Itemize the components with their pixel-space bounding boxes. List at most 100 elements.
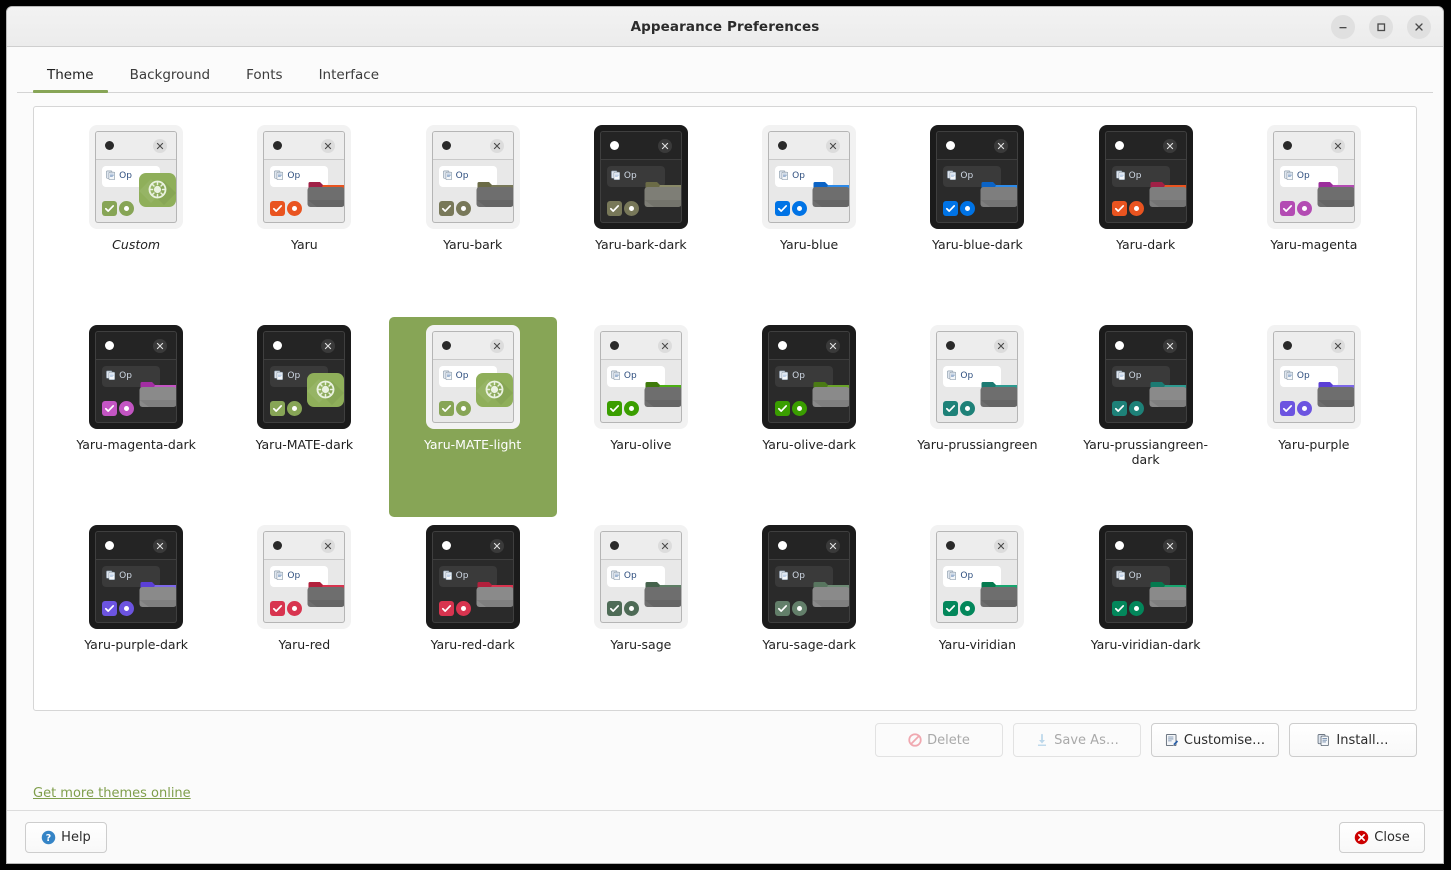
mini-menu-dot <box>105 141 114 150</box>
theme-item[interactable]: Op Custom <box>52 117 220 317</box>
theme-thumbnail: Op <box>89 525 183 629</box>
install-icon <box>1317 733 1331 747</box>
checkmark-icon <box>104 203 115 214</box>
mini-close-icon <box>994 139 1008 153</box>
checkmark-icon <box>1282 203 1293 214</box>
theme-thumbnail-wrap: Op <box>594 525 688 629</box>
mini-menu-dot <box>946 141 955 150</box>
tab-label: Theme <box>47 67 94 83</box>
theme-item[interactable]: Op Yaru-red <box>220 517 388 711</box>
theme-item[interactable]: Op Yaru-magenta <box>1230 117 1398 317</box>
theme-item[interactable]: Op Yaru-magenta-dark <box>52 317 220 517</box>
delete-button: Delete <box>875 723 1003 757</box>
theme-thumbnail: Op <box>89 325 183 429</box>
theme-item[interactable]: Op Yaru-red-dark <box>389 517 557 711</box>
theme-item[interactable]: Op Yaru-MATE-dark <box>220 317 388 517</box>
tab-fonts[interactable]: Fonts <box>228 69 300 93</box>
theme-thumbnail: Op <box>594 525 688 629</box>
theme-item[interactable]: Op Yaru-sage-dark <box>725 517 893 711</box>
folder-icon <box>476 174 514 208</box>
theme-thumbnail-wrap: Op <box>257 525 351 629</box>
action-button-label: Install… <box>1336 733 1388 748</box>
mini-close-icon <box>153 139 167 153</box>
theme-thumbnail: Op <box>762 325 856 429</box>
close-dialog-button[interactable]: Close <box>1339 822 1425 853</box>
help-button[interactable]: ? Help <box>25 822 107 853</box>
document-icon <box>106 370 117 381</box>
tab-theme[interactable]: Theme <box>29 69 112 93</box>
theme-item[interactable]: Op Yaru-bark-dark <box>557 117 725 317</box>
theme-item[interactable]: Op Yaru-viridian <box>893 517 1061 711</box>
theme-item[interactable]: Op Yaru-bark <box>389 117 557 317</box>
theme-thumbnail-wrap: Op <box>1099 125 1193 229</box>
theme-item[interactable]: Op Yaru-sage <box>557 517 725 711</box>
theme-item[interactable]: Op Yaru-purple <box>1230 317 1398 517</box>
theme-name-label: Yaru-blue-dark <box>932 238 1023 253</box>
mini-document-icon <box>1116 170 1127 184</box>
theme-item[interactable]: Op Yaru-blue <box>725 117 893 317</box>
document-icon <box>1116 170 1127 181</box>
mini-mate-icon <box>307 373 344 407</box>
customise-button[interactable]: Customise… <box>1151 723 1279 757</box>
theme-item[interactable]: Op Yaru-olive-dark <box>725 317 893 517</box>
theme-name-label: Yaru-sage <box>610 638 671 653</box>
close-button[interactable] <box>1407 15 1431 39</box>
mini-close-icon <box>1163 139 1177 153</box>
install-button[interactable]: Install… <box>1289 723 1417 757</box>
theme-thumbnail-wrap: Op <box>426 525 520 629</box>
theme-thumbnail-wrap: Op <box>1099 525 1193 629</box>
theme-item[interactable]: Op Yaru-olive <box>557 317 725 517</box>
mini-radio <box>624 601 639 616</box>
mini-close-icon <box>658 139 672 153</box>
mini-close-icon <box>994 539 1008 553</box>
mini-document-icon <box>611 170 622 184</box>
theme-item[interactable]: Op Yaru-MATE-light <box>389 317 557 517</box>
tab-background[interactable]: Background <box>112 69 229 93</box>
theme-item[interactable]: Op Yaru-purple-dark <box>52 517 220 711</box>
mini-close-icon <box>1331 339 1345 353</box>
checkmark-icon <box>609 203 620 214</box>
checkmark-icon <box>1114 603 1125 614</box>
svg-text:?: ? <box>46 832 51 843</box>
mini-menu-dot <box>1283 141 1292 150</box>
theme-thumbnail: Op <box>1099 525 1193 629</box>
folder-icon <box>980 374 1018 408</box>
theme-thumbnail-wrap: Op <box>1267 125 1361 229</box>
theme-thumbnail: Op <box>1267 325 1361 429</box>
mini-close-icon <box>321 339 335 353</box>
mini-document-icon <box>779 370 790 384</box>
maximize-button[interactable] <box>1369 15 1393 39</box>
theme-thumbnail: Op <box>1267 125 1361 229</box>
mini-checkbox <box>775 401 790 416</box>
document-icon <box>947 370 958 381</box>
tab-interface[interactable]: Interface <box>301 69 397 93</box>
mini-radio <box>624 401 639 416</box>
checkmark-icon <box>945 603 956 614</box>
minimize-button[interactable] <box>1331 15 1355 39</box>
delete-icon <box>908 733 922 747</box>
theme-thumbnail: Op <box>1099 325 1193 429</box>
theme-thumbnail-wrap: Op <box>89 525 183 629</box>
mini-checkbox <box>775 201 790 216</box>
theme-item[interactable]: Op Yaru-prussiangreen-dark <box>1062 317 1230 517</box>
theme-list-panel[interactable]: Op Custom <box>33 106 1417 711</box>
mini-folder-icon <box>812 174 850 208</box>
document-icon <box>779 170 790 181</box>
mini-folder-icon <box>644 574 682 608</box>
document-icon <box>1116 570 1127 581</box>
mini-document-icon <box>274 170 285 184</box>
theme-item[interactable]: Op Yaru-dark <box>1062 117 1230 317</box>
theme-item[interactable]: Op Yaru <box>220 117 388 317</box>
mini-document-icon <box>1284 170 1295 184</box>
theme-item[interactable]: Op Yaru-prussiangreen <box>893 317 1061 517</box>
mini-menu-dot <box>1115 341 1124 350</box>
get-more-themes-link[interactable]: Get more themes online <box>33 786 191 801</box>
mini-close-icon <box>321 139 335 153</box>
mini-menu-dot <box>1283 341 1292 350</box>
theme-item[interactable]: Op Yaru-viridian-dark <box>1062 517 1230 711</box>
mini-document-icon <box>274 570 285 584</box>
mini-checkbox <box>943 601 958 616</box>
mini-menu-dot <box>273 141 282 150</box>
theme-item[interactable]: Op Yaru-blue-dark <box>893 117 1061 317</box>
folder-icon <box>644 374 682 408</box>
